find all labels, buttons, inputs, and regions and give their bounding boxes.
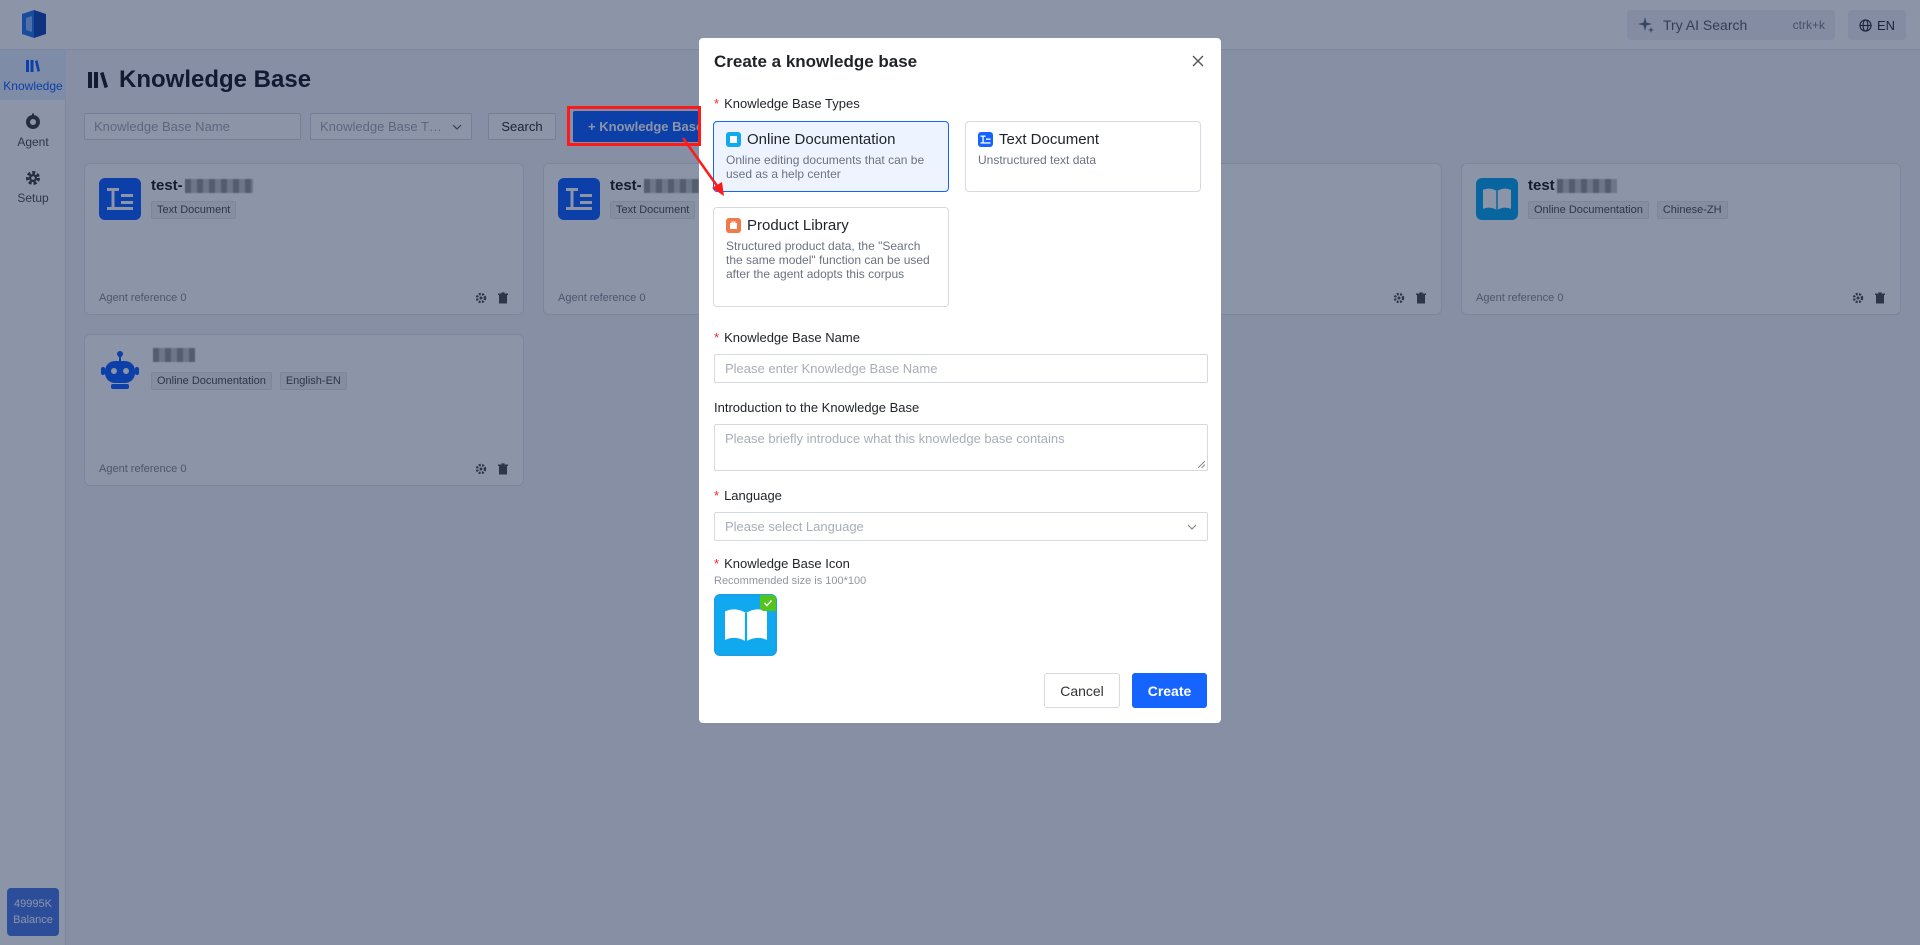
required-marker: * [714,330,720,345]
online-documentation-icon [726,132,741,147]
book-icon [724,609,767,642]
kb-icon-option-book[interactable] [714,594,777,656]
kb-types-label: * Knowledge Base Types [714,96,860,111]
cancel-button[interactable]: Cancel [1044,673,1120,708]
product-library-icon [726,218,741,233]
required-marker: * [714,556,720,571]
type-option-title: Text Document [999,131,1100,148]
kb-icon-hint: Recommended size is 100*100 [714,575,867,587]
required-marker: * [714,96,720,111]
kb-icon-label: * Knowledge Base Icon [714,556,850,571]
language-label-text: Language [724,488,782,503]
kb-intro-textarea[interactable]: Please briefly introduce what this knowl… [714,424,1208,471]
type-option-online-documentation[interactable]: Online Documentation Online editing docu… [713,121,949,192]
language-select[interactable]: Please select Language [714,512,1208,541]
kb-intro-label: Introduction to the Knowledge Base [714,400,920,415]
kb-types-label-text: Knowledge Base Types [724,96,860,111]
type-option-text-document[interactable]: Text Document Unstructured text data [965,121,1201,192]
type-option-desc: Unstructured text data [978,153,1097,167]
resize-handle-icon[interactable] [1198,461,1205,468]
chevron-down-icon [1187,524,1197,530]
kb-name-label: * Knowledge Base Name [714,330,860,345]
type-option-product-library[interactable]: Product Library Structured product data,… [713,207,949,307]
close-icon[interactable] [1190,53,1206,69]
kb-icon-label-text: Knowledge Base Icon [724,556,850,571]
type-option-title: Product Library [747,217,849,234]
language-label: * Language [714,488,782,503]
kb-name-placeholder: Please enter Knowledge Base Name [725,361,938,376]
create-button[interactable]: Create [1132,673,1207,708]
create-kb-dialog: Create a knowledge base * Knowledge Base … [699,38,1221,723]
selected-check-icon [760,595,776,611]
type-option-desc: Structured product data, the "Search the… [726,239,930,281]
kb-intro-placeholder: Please briefly introduce what this knowl… [725,431,1065,446]
kb-name-input[interactable]: Please enter Knowledge Base Name [714,354,1208,383]
dialog-title: Create a knowledge base [714,52,918,71]
type-option-title: Online Documentation [747,131,896,148]
type-option-desc: Online editing documents that can be use… [726,153,925,181]
kb-name-label-text: Knowledge Base Name [724,330,860,345]
text-document-icon [978,132,993,147]
required-marker: * [714,488,720,503]
language-placeholder: Please select Language [725,519,864,534]
